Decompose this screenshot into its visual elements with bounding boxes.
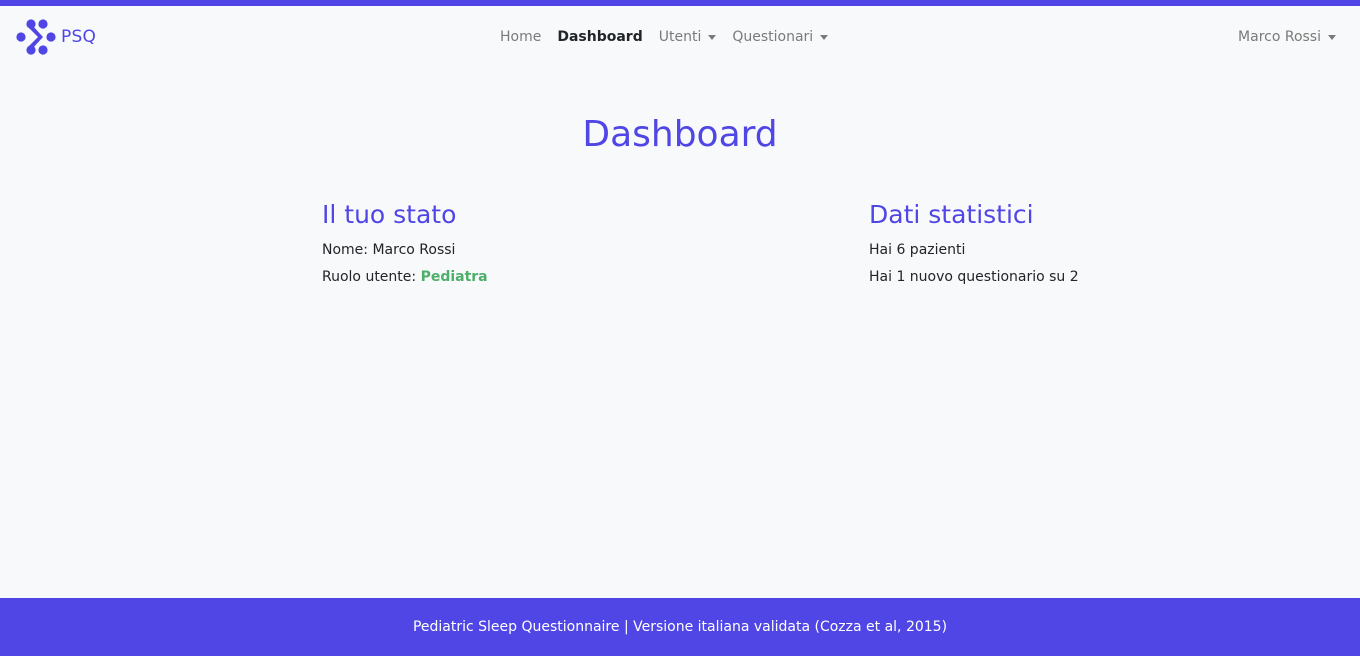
caret-down-icon: [1328, 34, 1336, 40]
psq-logo-icon: [16, 19, 56, 55]
name-value: Marco Rossi: [372, 242, 456, 258]
page-title: Dashboard: [582, 114, 778, 155]
caret-down-icon: [708, 34, 717, 40]
role-line: Ruolo utente: Pediatra: [322, 268, 742, 286]
stats-section: Dati statistici Hai 6 pazienti Hai 1 nuo…: [869, 198, 1289, 286]
user-menu-label: Marco Rossi: [1238, 29, 1321, 45]
questionnaires-count-text: Hai 1 nuovo questionario su 2: [869, 269, 1079, 285]
nav-utenti-label: Utenti: [658, 29, 702, 45]
user-menu-dropdown[interactable]: Marco Rossi: [1238, 6, 1336, 68]
brand-text: PSQ: [61, 27, 97, 47]
name-label: Nome:: [322, 242, 373, 258]
footer-text: Pediatric Sleep Questionnaire | Versione…: [412, 619, 948, 635]
role-badge: Pediatra: [420, 269, 488, 285]
nav-home-label: Home: [500, 29, 542, 45]
patients-count-text: Hai 6 pazienti: [869, 242, 966, 258]
stats-title: Dati statistici: [869, 200, 1034, 229]
status-section: Il tuo stato Nome: Marco Rossi Ruolo ute…: [322, 198, 742, 286]
nav-dashboard-label: Dashboard: [557, 29, 643, 45]
nav-utenti-dropdown[interactable]: Utenti: [651, 29, 725, 45]
brand-link[interactable]: PSQ: [16, 19, 96, 55]
name-line: Nome: Marco Rossi: [322, 241, 742, 259]
nav-questionari-label: Questionari: [732, 29, 814, 45]
nav-home[interactable]: Home: [492, 29, 549, 45]
status-title: Il tuo stato: [322, 200, 457, 229]
caret-down-icon: [820, 34, 829, 40]
role-label: Ruolo utente:: [322, 269, 421, 285]
main-nav: Home Dashboard Utenti Questionari: [492, 6, 836, 68]
nav-dashboard[interactable]: Dashboard: [549, 29, 650, 45]
navbar: PSQ Home Dashboard Utenti Questionari Ma…: [0, 6, 1360, 68]
nav-questionari-dropdown[interactable]: Questionari: [724, 29, 836, 45]
footer: Pediatric Sleep Questionnaire | Versione…: [0, 598, 1360, 656]
